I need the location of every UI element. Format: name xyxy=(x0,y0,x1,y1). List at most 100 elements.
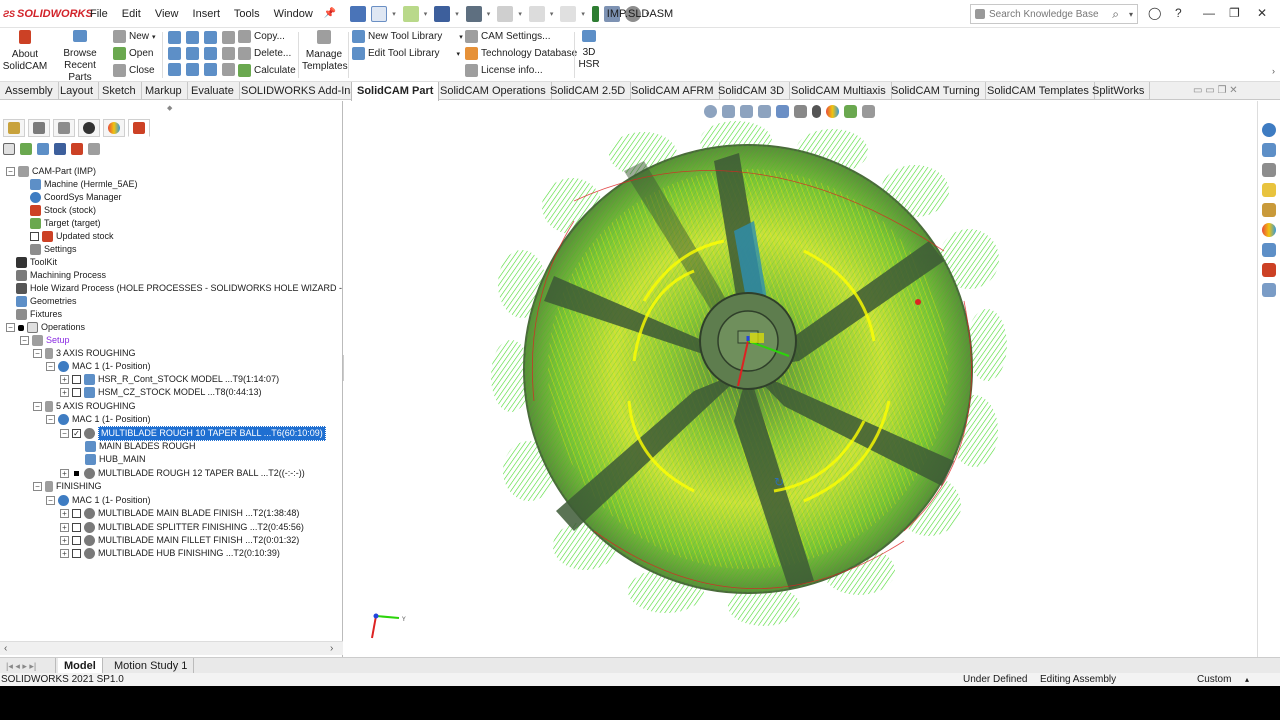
menu-window[interactable]: Window xyxy=(274,8,313,20)
tree-item-operation[interactable]: + HSR_R_Cont_STOCK MODEL ...T9(1:14:07) xyxy=(60,373,279,386)
open-operation-icon[interactable] xyxy=(20,143,32,155)
op-icon[interactable] xyxy=(204,47,217,60)
tab-sketch[interactable]: Sketch xyxy=(97,82,142,100)
tree-item-operations[interactable]: − Operations xyxy=(6,321,85,334)
op-icon[interactable] xyxy=(222,63,235,76)
tab-assembly[interactable]: Assembly xyxy=(0,82,59,100)
calculate-button[interactable]: Calculate xyxy=(238,64,296,77)
tree-item-operation[interactable]: + MULTIBLADE HUB FINISHING ...T2(0:10:39) xyxy=(60,547,280,560)
op-icon[interactable] xyxy=(222,47,235,60)
new-tool-library-button[interactable]: New Tool Library ▾ xyxy=(352,30,463,43)
tree-item-updated-stock[interactable]: Updated stock xyxy=(30,230,114,243)
tab-solidcam-3d[interactable]: SolidCAM 3D xyxy=(713,82,791,100)
tab-solidcam-operations[interactable]: SolidCAM Operations xyxy=(435,82,552,100)
tree-item-operation[interactable]: + MULTIBLADE MAIN FILLET FINISH ...T2(0:0… xyxy=(60,534,299,547)
display-style-icon[interactable] xyxy=(794,105,807,118)
tree-item-coordsys[interactable]: CoordSys Manager xyxy=(30,191,122,204)
close-button[interactable]: Close xyxy=(113,64,155,77)
about-solidcam-button[interactable]: About SolidCAM xyxy=(2,30,48,73)
units-chevron-icon[interactable]: ▴ xyxy=(1245,673,1249,686)
tree-item-toolkit[interactable]: ToolKit xyxy=(16,256,57,269)
dimxpert-tab[interactable] xyxy=(78,119,100,137)
tree-item-operation-selected[interactable]: − ✓ MULTIBLADE ROUGH 10 TAPER BALL ...T6(6… xyxy=(60,426,326,441)
select-arrow-icon[interactable] xyxy=(560,5,577,22)
tree-item-mac1[interactable]: − MAC 1 (1- Position) xyxy=(46,494,151,507)
restore-button[interactable]: ❐ xyxy=(1229,6,1240,20)
tab-solidcam-2-5d[interactable]: SolidCAM 2.5D xyxy=(545,82,632,100)
save-operation-icon[interactable] xyxy=(54,143,66,155)
tree-item-hole-wizard[interactable]: Hole Wizard Process (HOLE PROCESSES - SO… xyxy=(16,282,343,295)
print-icon[interactable] xyxy=(465,5,482,22)
solidworks-resources-icon[interactable] xyxy=(1262,123,1276,137)
operation-checkbox[interactable] xyxy=(72,388,81,397)
tab-solidcam-templates[interactable]: SolidCAM Templates xyxy=(982,82,1095,100)
operation-checkbox[interactable] xyxy=(72,536,81,545)
help-icon[interactable]: ? xyxy=(1175,6,1182,20)
tree-item-operation[interactable]: + HSM_CZ_STOCK MODEL ...T8(0:44:13) xyxy=(60,386,262,399)
copy-button[interactable]: Copy... xyxy=(238,30,285,43)
technology-database-button[interactable]: Technology Database xyxy=(465,47,577,60)
op-icon[interactable] xyxy=(186,47,199,60)
tab-markup[interactable]: Markup xyxy=(140,82,188,100)
cam-settings-button[interactable]: CAM Settings... xyxy=(465,30,550,43)
zoom-to-fit-icon[interactable] xyxy=(704,105,717,118)
solidworks-logo[interactable]: ƧS SOLIDWORKS xyxy=(0,8,93,20)
traffic-light-icon[interactable] xyxy=(591,5,599,22)
tab-layout[interactable]: Layout xyxy=(55,82,100,100)
menu-file[interactable]: File xyxy=(90,8,108,20)
op-icon[interactable] xyxy=(168,63,181,76)
new-document-icon[interactable] xyxy=(371,5,388,22)
view-orientation-icon[interactable] xyxy=(776,105,789,118)
feature-manager-tab[interactable] xyxy=(3,119,25,137)
minimize-button[interactable]: — xyxy=(1203,6,1215,20)
home-tab-icon[interactable] xyxy=(1262,143,1276,157)
menu-insert[interactable]: Insert xyxy=(193,8,221,20)
property-manager-tab[interactable] xyxy=(28,119,50,137)
op-icon[interactable] xyxy=(204,63,217,76)
tree-item-mac1[interactable]: − MAC 1 (1- Position) xyxy=(46,413,151,426)
open-button[interactable]: Open xyxy=(113,47,153,60)
tab-solidcam-turning[interactable]: SolidCAM Turning xyxy=(886,82,986,100)
tree-item-stock[interactable]: Stock (stock) xyxy=(30,204,96,217)
updated-stock-checkbox[interactable] xyxy=(30,232,39,241)
tree-item-geometries[interactable]: Geometries xyxy=(16,295,77,308)
license-info-button[interactable]: License info... xyxy=(465,64,543,77)
op-icon[interactable] xyxy=(186,63,199,76)
scroll-right-icon[interactable]: › xyxy=(330,643,333,654)
design-library-icon[interactable] xyxy=(1262,163,1276,177)
tab-solidcam-part[interactable]: SolidCAM Part xyxy=(351,82,440,101)
graphics-viewport[interactable]: ↻ Y xyxy=(344,101,1257,657)
tree-item-5-axis-roughing[interactable]: −5 AXIS ROUGHING xyxy=(33,400,136,413)
tab-solidcam-multiaxis[interactable]: SolidCAM Multiaxis xyxy=(786,82,892,100)
tree-item-target[interactable]: Target (target) xyxy=(30,217,101,230)
search-knowledge-base-input[interactable]: Search Knowledge Base ⌕ ▾ xyxy=(970,4,1138,24)
tree-item-machine[interactable]: Machine (Hermle_5AE) xyxy=(30,178,138,191)
op-icon[interactable] xyxy=(186,31,199,44)
tool-icon[interactable] xyxy=(88,143,100,155)
manage-templates-button[interactable]: Manage Templates xyxy=(302,30,348,73)
browse-recent-parts-button[interactable]: Browse Recent Parts xyxy=(52,30,108,84)
home-icon[interactable] xyxy=(350,5,367,22)
ribbon-scroll-right-icon[interactable]: › xyxy=(1272,66,1275,76)
search-icon[interactable]: ⌕ xyxy=(1112,7,1119,22)
op-icon[interactable] xyxy=(204,31,217,44)
undo-icon[interactable] xyxy=(497,5,514,22)
tree-item-geometry[interactable]: MAIN BLADES ROUGH xyxy=(85,440,196,453)
view-settings-icon[interactable] xyxy=(862,105,875,118)
report-icon[interactable] xyxy=(71,143,83,155)
edit-tool-library-button[interactable]: Edit Tool Library ▾ xyxy=(352,47,460,60)
view-palette-icon[interactable] xyxy=(1262,203,1276,217)
op-icon[interactable] xyxy=(222,31,235,44)
tree-item-cam-part[interactable]: − CAM-Part (IMP) xyxy=(6,165,96,178)
op-icon[interactable] xyxy=(168,47,181,60)
tree-item-settings[interactable]: Settings xyxy=(30,243,77,256)
close-window-button[interactable]: ✕ xyxy=(1257,6,1267,20)
tree-item-machining-process[interactable]: Machining Process xyxy=(16,269,106,282)
redo-icon[interactable] xyxy=(528,5,545,22)
operation-checkbox[interactable] xyxy=(72,523,81,532)
tab-navigation-arrows[interactable]: |◂ ◂ ▸ ▸| xyxy=(0,658,56,674)
new-operation-icon[interactable] xyxy=(3,143,15,155)
3d-hsr-button[interactable]: 3D HSR xyxy=(578,30,600,71)
operation-checkbox[interactable] xyxy=(72,509,81,518)
custom-properties-icon[interactable] xyxy=(1262,243,1276,257)
